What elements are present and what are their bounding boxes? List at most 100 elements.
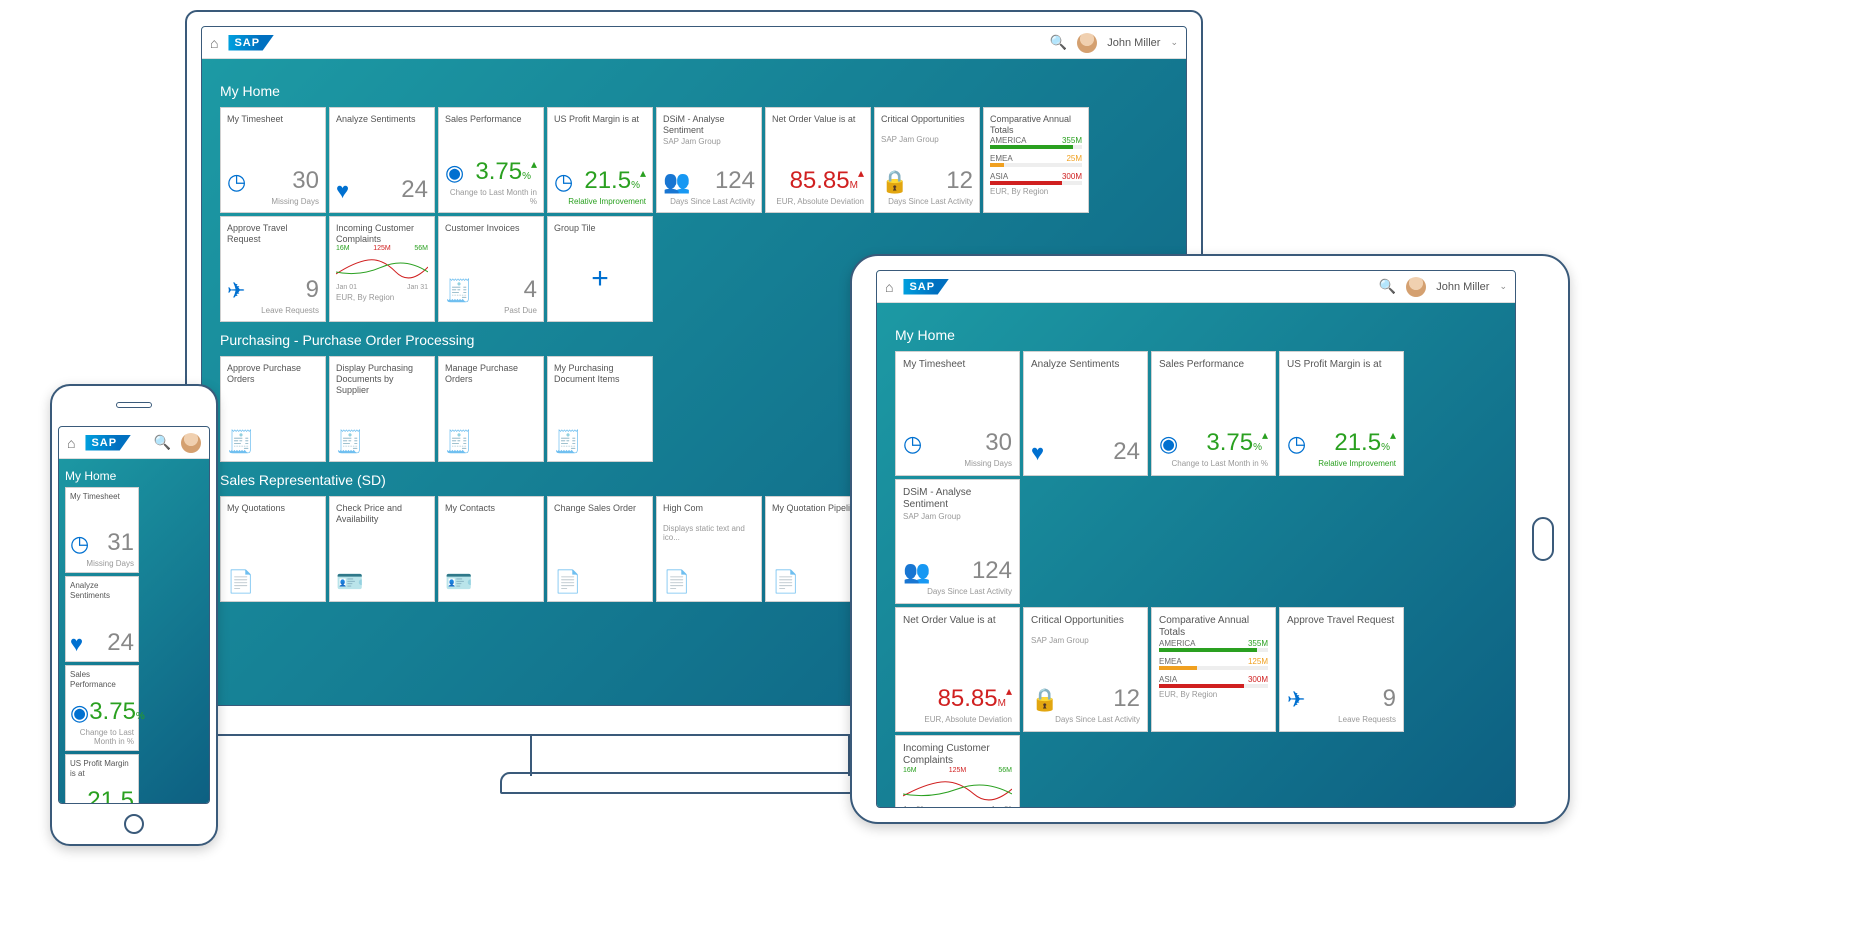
tile[interactable]: My Timesheet◷30Missing Days <box>220 107 326 213</box>
avatar[interactable] <box>1406 277 1426 297</box>
lock-icon: 🔒 <box>1031 687 1058 713</box>
section-title-home: My Home <box>220 83 1168 99</box>
trend-up-icon: ▴ <box>858 167 864 179</box>
tile-footer: Relative Improvement <box>554 197 646 206</box>
tile-footer: Past Due <box>445 306 537 315</box>
tile[interactable]: US Profit Margin is at21.5Relative Impro… <box>65 754 139 803</box>
home-icon[interactable]: ⌂ <box>67 435 75 451</box>
tile-title: My Timesheet <box>70 492 134 512</box>
tile[interactable]: Analyze Sentiments♥24 <box>1023 351 1148 476</box>
tile[interactable]: Approve Travel Request✈9Leave Requests <box>1279 607 1404 732</box>
tile-title: Sales Performance <box>445 114 537 134</box>
tile-value: 24 <box>107 629 134 657</box>
search-icon[interactable]: 🔍 <box>154 434 171 451</box>
app-header: ⌂ SAP 🔍 John Miller ⌄ <box>877 271 1515 303</box>
tile[interactable]: High ComDisplays static text and ico...📄 <box>656 496 762 602</box>
tile[interactable]: US Profit Margin is at◷21.5%▴Relative Im… <box>1279 351 1404 476</box>
tile[interactable]: Manage Purchase Orders🧾 <box>438 356 544 462</box>
tile[interactable]: Display Purchasing Documents by Supplier… <box>329 356 435 462</box>
tile[interactable]: Incoming Customer Complaints16M125M56MJa… <box>329 216 435 322</box>
search-icon[interactable]: 🔍 <box>1379 278 1396 295</box>
chevron-down-icon[interactable]: ⌄ <box>1499 281 1507 292</box>
plane-icon: ✈ <box>227 278 245 304</box>
tile[interactable]: Check Price and Availability🪪 <box>329 496 435 602</box>
tile[interactable]: Customer Invoices🧾4Past Due <box>438 216 544 322</box>
tile[interactable]: Sales Performance◉3.75%Change to Last Mo… <box>65 665 139 751</box>
tile-value: 9 <box>1383 685 1396 713</box>
home-icon[interactable]: ⌂ <box>210 35 218 51</box>
tile[interactable]: My Timesheet◷30Missing Days <box>895 351 1020 476</box>
tile[interactable]: Approve Purchase Orders 🧾 <box>220 356 326 462</box>
tile-title: My Purchasing Document Items <box>554 363 646 385</box>
tile[interactable]: Analyze Sentiments♥24 <box>329 107 435 213</box>
tile[interactable]: My Contacts🪪 <box>438 496 544 602</box>
tile-footer: Leave Requests <box>1287 715 1396 724</box>
bar-chart: AMERICA355MEMEA125MASIA300M <box>1159 639 1268 688</box>
tile-title: Approve Purchase Orders <box>227 363 319 385</box>
tile-title: Net Order Value is at <box>903 615 1012 635</box>
tile-value: 85.85M▴ <box>938 685 1012 713</box>
phone-screen: ⌂ SAP 🔍 My Home My Timesheet◷31Missing D… <box>58 426 210 804</box>
avatar[interactable] <box>181 433 201 453</box>
person-icon: ◉ <box>445 160 464 186</box>
tile-subtitle: SAP Jam Group <box>1031 636 1140 645</box>
sparkline <box>336 252 428 282</box>
person-icon: ◉ <box>1159 431 1178 457</box>
tablet-home-button <box>1532 517 1554 561</box>
tile[interactable]: Sales Performance◉3.75%▴Change to Last M… <box>438 107 544 213</box>
tile-value: 30 <box>292 167 319 195</box>
tile[interactable]: Change Sales Order📄 <box>547 496 653 602</box>
tile[interactable]: Net Order Value is at 85.85M▴ EUR, Absolut… <box>895 607 1020 732</box>
user-name[interactable]: John Miller <box>1436 281 1489 293</box>
person-icon: ◉ <box>70 700 89 726</box>
tile-footer: EUR, By Region <box>1159 690 1268 699</box>
tile[interactable]: My Timesheet◷31Missing Days <box>65 487 139 573</box>
sap-logo: SAP <box>903 279 949 295</box>
tile[interactable]: Comparative Annual TotalsAMERICA355MEMEA… <box>983 107 1089 213</box>
tile[interactable]: Approve Travel Request✈9Leave Requests <box>220 216 326 322</box>
trend-up-icon: ▴ <box>531 158 537 170</box>
tile[interactable]: Critical OpportunitiesSAP Jam Group🔒12Da… <box>874 107 980 213</box>
desktop-base <box>500 772 880 794</box>
tile[interactable]: Group Tile+ <box>547 216 653 322</box>
tile[interactable]: Critical OpportunitiesSAP Jam Group🔒12Da… <box>1023 607 1148 732</box>
tile[interactable]: DSiM - Analyse SentimentSAP Jam Group👥12… <box>895 479 1020 604</box>
clock-icon: ◷ <box>70 531 89 557</box>
tile-title: Sales Performance <box>70 670 134 690</box>
sap-logo: SAP <box>228 35 274 51</box>
app-tablet: ⌂ SAP 🔍 John Miller ⌄ My Home My Timeshe… <box>877 271 1515 807</box>
tile[interactable]: DSiM - Analyse SentimentSAP Jam Group👥12… <box>656 107 762 213</box>
home-icon[interactable]: ⌂ <box>885 279 893 295</box>
search-icon[interactable]: 🔍 <box>1050 34 1067 51</box>
tile-value: 12 <box>1113 685 1140 713</box>
tile[interactable]: My Quotations📄 <box>220 496 326 602</box>
tile-footer: EUR, Absolute Deviation <box>903 715 1012 724</box>
tile-footer: Leave Requests <box>227 306 319 315</box>
tile[interactable]: US Profit Margin is at◷21.5%▴Relative Im… <box>547 107 653 213</box>
tile[interactable]: Sales Performance◉3.75%▴Change to Last M… <box>1151 351 1276 476</box>
tile[interactable]: My Purchasing Document Items 🧾 <box>547 356 653 462</box>
trend-up-icon: ▴ <box>640 167 646 179</box>
tablet-screen: ⌂ SAP 🔍 John Miller ⌄ My Home My Timeshe… <box>876 270 1516 808</box>
tile[interactable]: Analyze Sentiments♥24 <box>65 576 139 662</box>
tile[interactable]: Comparative Annual TotalsAMERICA355MEMEA… <box>1151 607 1276 732</box>
tile-value: 31 <box>107 529 134 557</box>
clock-icon: ◷ <box>227 169 246 195</box>
doc-dollar-icon: 🧾 <box>227 429 254 455</box>
clock-icon: ◷ <box>903 431 922 457</box>
tile-footer: Change to Last Month in % <box>70 728 134 746</box>
tile-title: My Timesheet <box>903 359 1012 379</box>
doc-dollar-icon: 🧾 <box>554 429 581 455</box>
user-name[interactable]: John Miller <box>1107 37 1160 49</box>
app-header: ⌂ SAP 🔍 <box>59 427 209 459</box>
plus-icon[interactable]: + <box>554 243 646 315</box>
avatar[interactable] <box>1077 33 1097 53</box>
tile-title: Analyze Sentiments <box>1031 359 1140 379</box>
tiles-row-1: My Timesheet◷30Missing DaysAnalyze Senti… <box>895 351 1497 604</box>
bar-chart: AMERICA355MEMEA25MASIA300M <box>990 136 1082 185</box>
tile[interactable]: Net Order Value is at85.85M▴EUR, Absolut… <box>765 107 871 213</box>
chevron-down-icon[interactable]: ⌄ <box>1170 37 1178 48</box>
tiles-phone: My Timesheet◷31Missing DaysAnalyze Senti… <box>65 487 203 803</box>
tile[interactable]: Incoming Customer Complaints16M125M56MJa… <box>895 735 1020 807</box>
tile-footer: EUR, Absolute Deviation <box>772 197 864 206</box>
